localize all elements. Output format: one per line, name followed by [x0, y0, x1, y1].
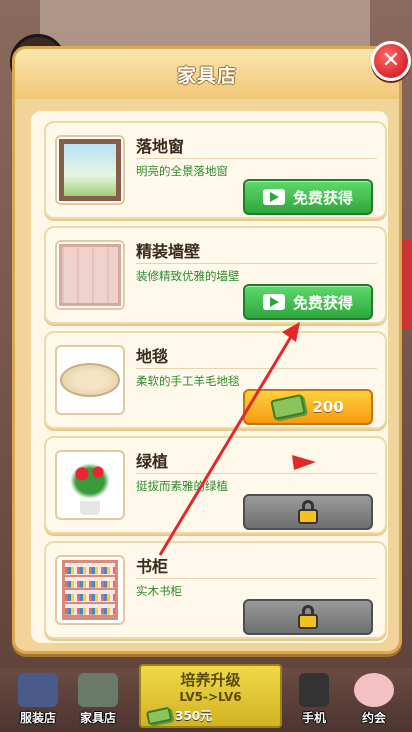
plant-image	[55, 450, 125, 520]
bottom-nav: 服装店 家具店 培养升级 LV5->LV6 350元 手机 约会	[0, 664, 412, 732]
furniture-store-dialog: 家具店 ✕ 落地窗 明亮的全景落地窗 免费获得 精装墙壁 装修精致优雅的墙壁 免…	[12, 41, 411, 654]
lock-icon	[298, 500, 318, 524]
item-name: 绿植	[136, 452, 169, 471]
button-label: 免费获得	[292, 188, 353, 207]
nav-label: 手机	[301, 711, 326, 725]
nav-phone[interactable]: 手机	[284, 668, 344, 726]
bookshelf-image	[55, 555, 125, 625]
locked-button[interactable]	[243, 599, 373, 635]
item-description: 装修精致优雅的墙壁	[136, 269, 240, 283]
item-name: 书柜	[136, 557, 169, 576]
dialog-header: 家具店	[15, 49, 399, 99]
upgrade-level: LV5->LV6	[179, 690, 242, 704]
rug-image	[55, 345, 125, 415]
video-icon	[262, 189, 285, 205]
item-description: 柔软的手工羊毛地毯	[136, 374, 240, 388]
upgrade-cost: 350元	[145, 706, 213, 725]
lock-icon	[298, 605, 318, 629]
free-get-button[interactable]: 免费获得	[243, 179, 373, 215]
close-icon: ✕	[381, 48, 401, 73]
cost-label: 350元	[175, 709, 213, 723]
divider	[136, 578, 377, 579]
money-icon	[145, 706, 173, 725]
upgrade-title: 培养升级	[180, 671, 241, 689]
divider	[136, 158, 377, 159]
nav-clothing-store[interactable]: 服装店	[8, 668, 68, 726]
locked-button[interactable]	[243, 494, 373, 530]
divider	[136, 263, 377, 264]
floor-window-image	[55, 135, 125, 205]
item-name: 落地窗	[136, 137, 185, 156]
video-icon	[262, 294, 285, 310]
list-item: 绿植 挺拔而素雅的绿植	[44, 436, 387, 534]
divider	[136, 473, 377, 474]
nav-label: 约会	[361, 711, 386, 725]
nav-label: 家具店	[79, 711, 116, 725]
free-get-button[interactable]: 免费获得	[243, 284, 373, 320]
price-label: 200	[312, 398, 344, 416]
upgrade-button[interactable]: 培养升级 LV5->LV6 350元	[139, 664, 282, 728]
item-description: 挺拔而素雅的绿植	[136, 479, 228, 493]
money-icon	[270, 393, 307, 421]
flowers-icon	[354, 673, 394, 707]
item-description: 实木书柜	[136, 584, 182, 598]
list-item: 精装墙壁 装修精致优雅的墙壁 免费获得	[44, 226, 387, 324]
nav-label: 服装店	[19, 711, 56, 725]
close-button[interactable]: ✕	[371, 41, 411, 81]
wall-image	[55, 240, 125, 310]
item-name: 精装墙壁	[136, 242, 201, 261]
furniture-list[interactable]: 落地窗 明亮的全景落地窗 免费获得 精装墙壁 装修精致优雅的墙壁 免费获得 地毯…	[31, 111, 388, 643]
dialog-title: 家具店	[176, 64, 237, 87]
list-item: 落地窗 明亮的全景落地窗 免费获得	[44, 121, 387, 219]
item-description: 明亮的全景落地窗	[136, 164, 228, 178]
item-name: 地毯	[136, 347, 169, 366]
button-label: 免费获得	[292, 293, 353, 312]
nav-date[interactable]: 约会	[344, 668, 404, 726]
buy-button[interactable]: 200	[243, 389, 373, 425]
clothing-icon	[18, 673, 58, 707]
furniture-icon	[78, 673, 118, 707]
divider	[136, 368, 377, 369]
list-item: 书柜 实木书柜	[44, 541, 387, 639]
phone-icon	[299, 673, 329, 707]
nav-furniture-store[interactable]: 家具店	[68, 668, 128, 726]
list-item: 地毯 柔软的手工羊毛地毯 200	[44, 331, 387, 429]
